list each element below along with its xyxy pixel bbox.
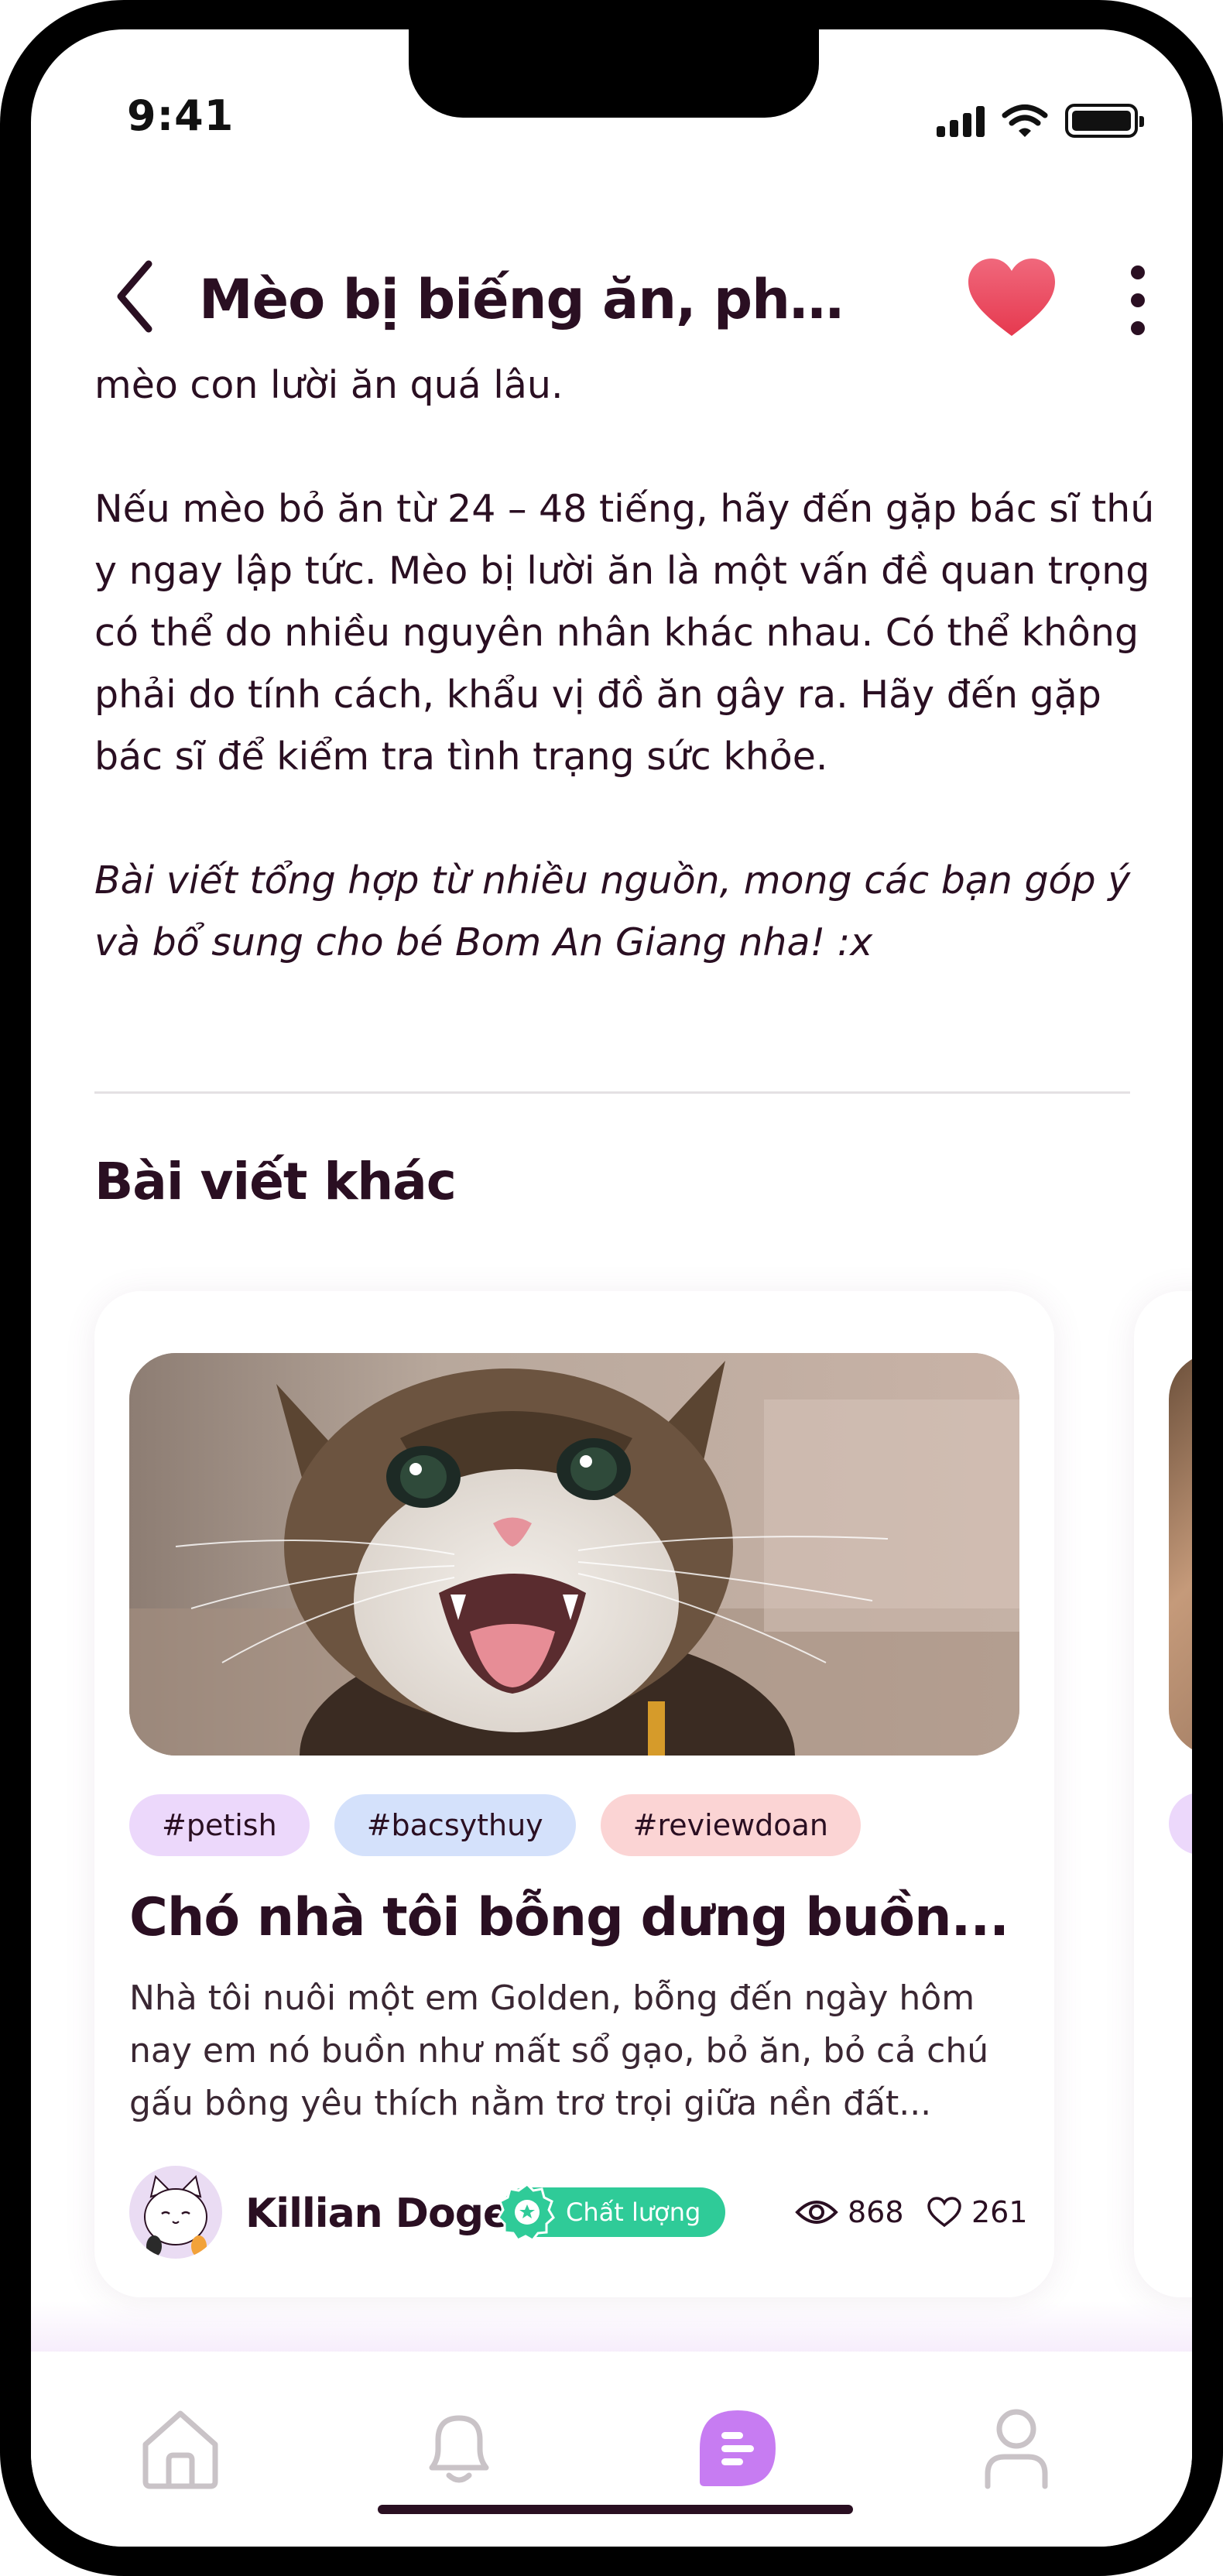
status-time: 9:41	[127, 91, 235, 140]
heart-outline-icon	[927, 2197, 961, 2228]
tab-bar-shadow	[31, 2301, 1192, 2355]
heart-icon	[968, 259, 1055, 336]
wifi-icon	[1002, 104, 1048, 137]
related-posts-title: Bài viết khác	[94, 1152, 457, 1211]
tab-posts[interactable]	[687, 2398, 788, 2499]
device-notch	[409, 29, 819, 118]
tag-chip[interactable]: #bacsythuy	[334, 1794, 576, 1856]
more-vertical-icon	[1131, 265, 1145, 279]
tag-chip[interactable]: #petish	[129, 1794, 310, 1856]
avatar[interactable]	[129, 2166, 222, 2259]
post-tags: #petish #bacsythuy #reviewdoan	[129, 1794, 861, 1856]
posts-icon	[700, 2410, 776, 2486]
quality-badge-label: Chất lượng	[566, 2197, 701, 2227]
post-cover-image	[1169, 1353, 1192, 1756]
user-icon	[985, 2409, 1048, 2489]
author-name[interactable]: Killian Doge	[245, 2191, 510, 2237]
like-count-value: 261	[971, 2195, 1028, 2229]
article-paragraph: Nếu mèo bỏ ăn từ 24 – 48 tiếng, hãy đến …	[94, 487, 1155, 779]
home-indicator	[378, 2505, 853, 2514]
post-footer: Killian Doge Chất lượng 868 261	[129, 2166, 1028, 2259]
like-count[interactable]: 261	[927, 2191, 1028, 2234]
article-paragraph: mèo con lười ăn quá lâu.	[94, 363, 564, 407]
back-button[interactable]	[96, 254, 173, 339]
battery-icon	[1065, 104, 1144, 138]
bell-icon	[429, 2415, 489, 2483]
post-cover-image	[129, 1353, 1019, 1756]
view-count-value: 868	[848, 2195, 904, 2229]
related-post-card[interactable]: #petish #bacsythuy #reviewdoan Chó nhà t…	[94, 1291, 1054, 2297]
next-post-card-peek[interactable]	[1134, 1291, 1192, 2297]
cat-avatar-icon	[144, 2175, 207, 2257]
tag-chip[interactable]: #reviewdoan	[600, 1794, 861, 1856]
page-title: Mèo bị biếng ăn, phải làm...	[199, 268, 857, 331]
view-count: 868	[795, 2191, 904, 2234]
tag-chip	[1169, 1793, 1192, 1855]
favorite-button[interactable]	[964, 254, 1064, 347]
chevron-left-icon	[117, 260, 152, 333]
home-icon	[142, 2410, 218, 2489]
article-body: mèo con lười ăn quá lâu. Nếu mèo bỏ ăn t…	[94, 355, 1163, 1036]
phone-frame: 9:41 Mèo bị biếng ăn, phải làm...	[0, 0, 1223, 2576]
tab-notifications[interactable]	[409, 2398, 509, 2499]
bottom-tab-bar	[31, 2352, 1192, 2547]
tab-home[interactable]	[130, 2398, 231, 2499]
star-badge-icon	[497, 2183, 555, 2242]
tab-profile[interactable]	[966, 2398, 1067, 2499]
status-icons	[937, 104, 1144, 138]
cellular-signal-icon	[937, 104, 985, 137]
post-excerpt: Nhà tôi nuôi một em Golden, bỗng đến ngà…	[129, 1978, 989, 2123]
more-options-button[interactable]	[1115, 254, 1161, 347]
quality-badge: Chất lượng	[497, 2183, 725, 2242]
section-divider	[94, 1091, 1130, 1094]
post-title[interactable]: Chó nhà tôi bỗng dưng buồn...	[129, 1887, 1019, 1948]
app-screen: 9:41 Mèo bị biếng ăn, phải làm...	[31, 29, 1192, 2547]
article-header: Mèo bị biếng ăn, phải làm...	[31, 223, 1192, 362]
article-closing-note: Bài viết tổng hợp từ nhiều nguồn, mong c…	[94, 858, 1131, 964]
eye-icon	[795, 2201, 838, 2224]
